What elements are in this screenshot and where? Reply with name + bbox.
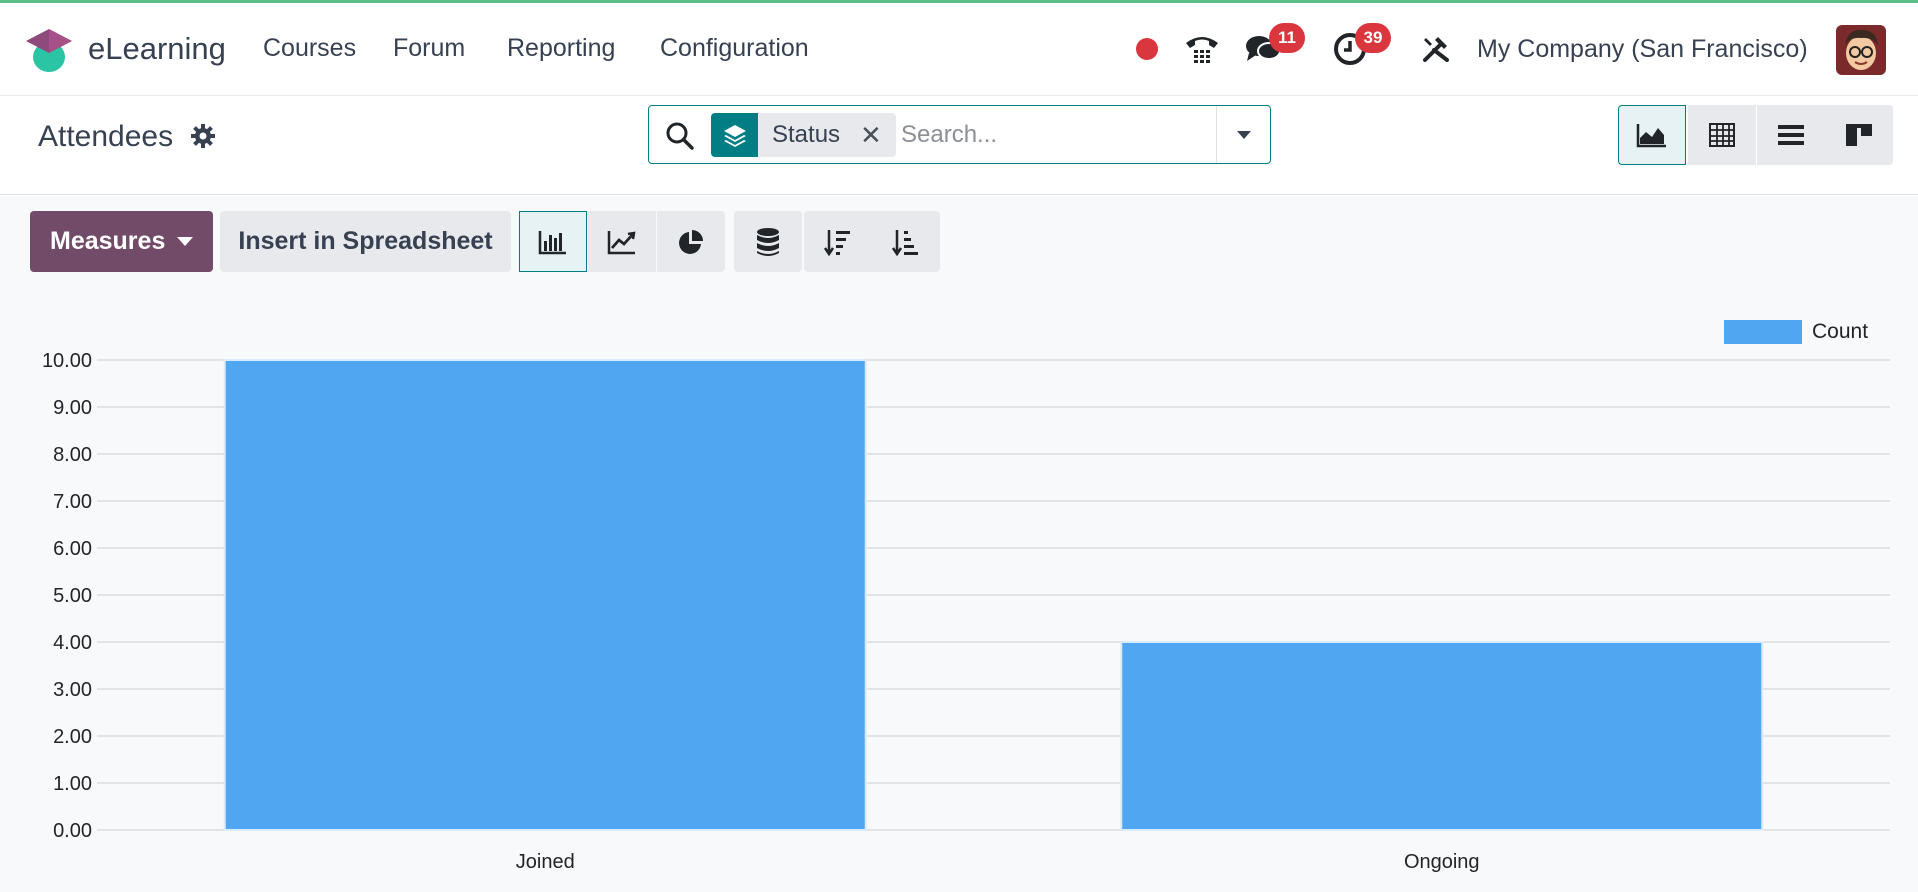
insert-in-spreadsheet-button[interactable]: Insert in Spreadsheet <box>220 211 511 272</box>
search-icon[interactable] <box>665 121 695 151</box>
activities-badge: 39 <box>1355 23 1391 53</box>
search-options-toggle[interactable] <box>1216 106 1270 163</box>
record-icon[interactable] <box>1127 29 1167 69</box>
main-navbar: eLearning Courses Forum Reporting Config… <box>0 3 1918 96</box>
pivot-view-button[interactable] <box>1688 105 1756 165</box>
line-chart-icon <box>607 230 636 254</box>
pie-chart-icon <box>679 229 703 254</box>
facet-label: Status <box>758 113 855 157</box>
legend-swatch <box>1724 320 1802 344</box>
facet-remove-icon[interactable]: ✕ <box>854 113 896 157</box>
app-name[interactable]: eLearning <box>88 31 226 67</box>
y-tick-label: 8.00 <box>53 444 92 466</box>
bar-chart-icon <box>538 230 566 254</box>
stacked-button[interactable] <box>734 211 802 272</box>
y-tick-label: 0.00 <box>53 820 92 842</box>
kanban-icon <box>1846 124 1872 146</box>
pie-chart-button[interactable] <box>657 211 725 272</box>
y-tick-label: 4.00 <box>53 632 92 654</box>
x-tick-label: Ongoing <box>1404 851 1480 873</box>
sort-ascending-button[interactable] <box>872 211 940 272</box>
measures-label: Measures <box>50 227 166 255</box>
caret-down-icon <box>177 237 194 246</box>
page-title: Attendees <box>38 120 174 153</box>
area-chart-icon <box>1636 124 1666 148</box>
measures-button[interactable]: Measures <box>30 211 213 272</box>
menu-courses[interactable]: Courses <box>263 34 356 63</box>
tools-icon[interactable] <box>1416 29 1456 69</box>
control-panel: Attendees Status ✕ Search... <box>0 97 1918 195</box>
sort-descending-button[interactable] <box>804 211 872 272</box>
kanban-view-button[interactable] <box>1825 105 1893 165</box>
sort-ascending-icon <box>891 229 918 256</box>
search-input[interactable] <box>901 116 1201 154</box>
y-tick-label: 2.00 <box>53 726 92 748</box>
graph-view-button[interactable] <box>1618 105 1686 165</box>
search-facet: Status ✕ <box>711 113 896 157</box>
y-tick-label: 5.00 <box>53 585 92 607</box>
y-tick-label: 1.00 <box>53 773 92 795</box>
elearning-logo-icon[interactable] <box>24 27 74 75</box>
company-switcher[interactable]: My Company (San Francisco) <box>1477 35 1808 64</box>
legend-label: Count <box>1812 320 1868 343</box>
search-bar: Status ✕ <box>648 105 1271 164</box>
phone-icon[interactable] <box>1182 29 1222 69</box>
list-icon <box>1778 125 1804 145</box>
line-chart-button[interactable] <box>588 211 656 272</box>
menu-reporting[interactable]: Reporting <box>507 34 615 63</box>
x-tick-label: Joined <box>516 851 575 873</box>
y-tick-label: 6.00 <box>53 538 92 560</box>
y-tick-label: 9.00 <box>53 397 92 419</box>
bar[interactable] <box>223 359 867 831</box>
y-tick-label: 3.00 <box>53 679 92 701</box>
database-stack-icon <box>757 227 779 256</box>
y-tick-label: 10.00 <box>42 350 92 372</box>
sort-descending-icon <box>823 229 850 256</box>
messages-badge: 11 <box>1269 23 1305 53</box>
y-tick-label: 7.00 <box>53 491 92 513</box>
bar-chart: 0.00 1.00 2.00 3.00 4.00 5.00 6.00 7.00 8.00 9.00… <box>42 320 1890 873</box>
menu-configuration[interactable]: Configuration <box>660 34 809 63</box>
bar-chart-button[interactable] <box>519 211 587 272</box>
menu-forum[interactable]: Forum <box>393 34 465 63</box>
gear-icon[interactable] <box>190 123 216 149</box>
list-view-button[interactable] <box>1757 105 1825 165</box>
pivot-table-icon <box>1709 123 1735 147</box>
user-avatar[interactable] <box>1836 25 1886 75</box>
group-by-layers-icon <box>711 113 758 157</box>
bar[interactable] <box>1120 641 1764 831</box>
